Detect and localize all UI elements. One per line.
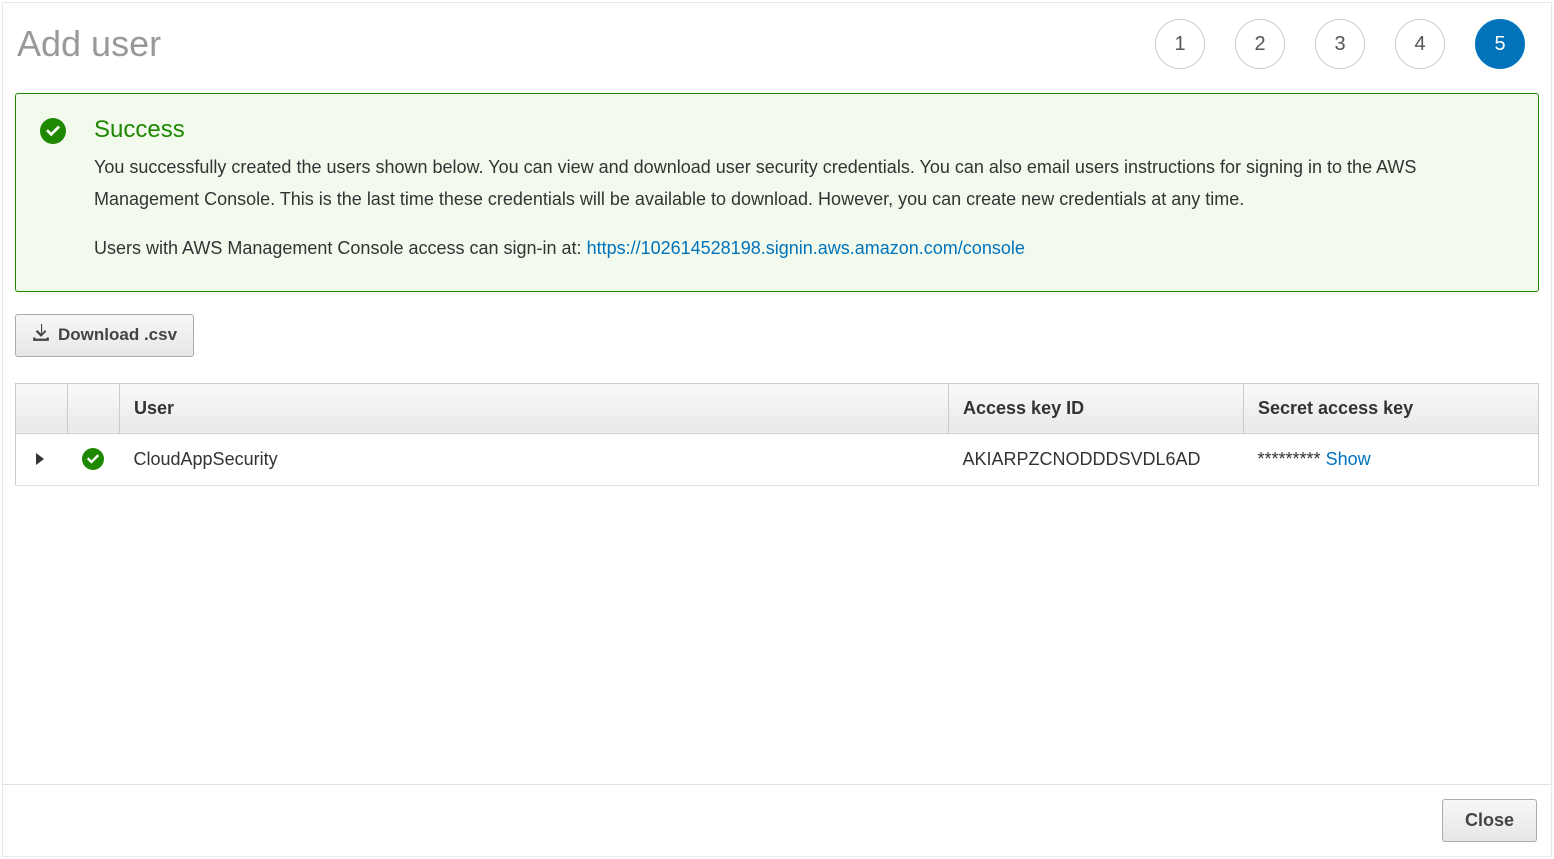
column-header-status: [68, 383, 120, 433]
column-header-secret-access-key: Secret access key: [1244, 383, 1539, 433]
expand-caret-icon[interactable]: [36, 453, 44, 465]
wizard-step-5[interactable]: 5: [1475, 19, 1525, 69]
show-secret-link[interactable]: Show: [1326, 449, 1371, 469]
download-csv-button[interactable]: Download .csv: [15, 314, 194, 357]
download-icon: [32, 324, 50, 347]
wizard-step-3[interactable]: 3: [1315, 19, 1365, 69]
wizard-step-2[interactable]: 2: [1235, 19, 1285, 69]
table-row: CloudAppSecurity AKIARPZCNODDDSVDL6AD **…: [16, 433, 1539, 485]
wizard-steps: 1 2 3 4 5: [1155, 19, 1537, 69]
cell-access-key-id: AKIARPZCNODDDSVDL6AD: [949, 433, 1244, 485]
alert-title: Success: [94, 116, 1514, 144]
users-table: User Access key ID Secret access key Clo: [15, 383, 1539, 486]
footer: Close: [3, 784, 1551, 856]
close-button[interactable]: Close: [1442, 799, 1537, 842]
column-header-expand: [16, 383, 68, 433]
cell-user: CloudAppSecurity: [120, 433, 949, 485]
column-header-access-key-id: Access key ID: [949, 383, 1244, 433]
success-alert: Success You successfully created the use…: [15, 93, 1539, 292]
column-header-user: User: [120, 383, 949, 433]
row-success-check-icon: [82, 448, 104, 470]
page-title: Add user: [17, 23, 161, 65]
success-check-icon: [40, 118, 66, 144]
download-csv-label: Download .csv: [58, 325, 177, 345]
alert-text: You successfully created the users shown…: [94, 152, 1514, 215]
wizard-step-1[interactable]: 1: [1155, 19, 1205, 69]
wizard-step-4[interactable]: 4: [1395, 19, 1445, 69]
cell-secret-masked: *********: [1258, 449, 1321, 469]
alert-signin-line: Users with AWS Management Console access…: [94, 235, 1514, 263]
signin-url-link[interactable]: https://102614528198.signin.aws.amazon.c…: [587, 238, 1025, 258]
alert-signin-prefix: Users with AWS Management Console access…: [94, 238, 587, 258]
